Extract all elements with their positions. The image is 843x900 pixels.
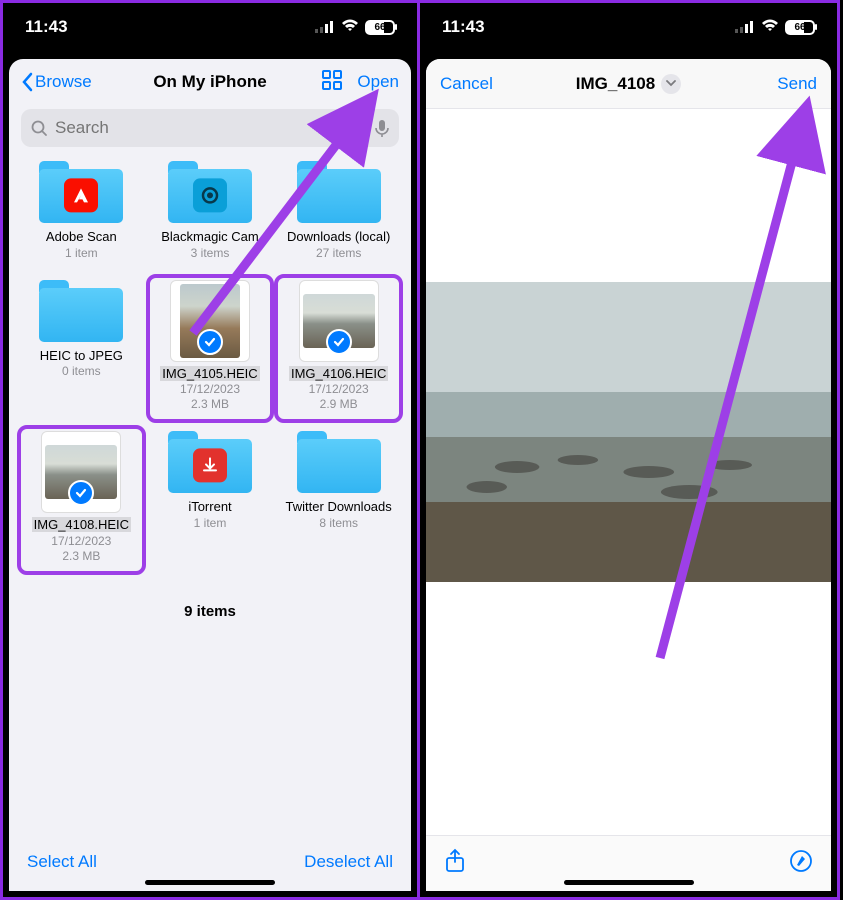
search-bar[interactable] xyxy=(21,109,399,147)
grid-view-icon[interactable] xyxy=(321,69,343,96)
chevron-left-icon xyxy=(21,72,33,92)
preview-image xyxy=(426,282,831,582)
microphone-icon[interactable] xyxy=(375,119,389,138)
file-img-4105[interactable]: IMG_4105.HEIC 17/12/2023 2.3 MB xyxy=(148,276,273,422)
cellular-icon xyxy=(315,21,335,33)
item-count: 9 items xyxy=(9,573,411,620)
thumbnail xyxy=(41,431,121,513)
phone-right: 11:43 66 Cancel IMG_4108 Send xyxy=(420,0,840,900)
folder-twitter-downloads[interactable]: Twitter Downloads 8 items xyxy=(276,427,401,573)
folder-heic-jpeg[interactable]: HEIC to JPEG 0 items xyxy=(19,276,144,422)
status-time: 11:43 xyxy=(25,17,68,37)
home-indicator[interactable] xyxy=(145,880,275,885)
cancel-button[interactable]: Cancel xyxy=(440,74,493,94)
markup-icon[interactable] xyxy=(789,849,813,878)
battery-icon: 66 xyxy=(365,20,395,35)
thumbnail xyxy=(170,280,250,362)
nav-bar: Browse On My iPhone Open xyxy=(9,59,411,105)
folder-downloads[interactable]: Downloads (local) 27 items xyxy=(276,157,401,270)
home-indicator[interactable] xyxy=(564,880,694,885)
status-bar: 11:43 66 xyxy=(420,3,837,51)
battery-icon: 66 xyxy=(785,20,815,35)
file-grid: Adobe Scan 1 item Blackmagic Cam 3 items… xyxy=(9,157,411,573)
search-input[interactable] xyxy=(55,118,368,138)
search-icon xyxy=(31,120,48,137)
wifi-icon xyxy=(761,17,779,37)
title-dropdown[interactable] xyxy=(661,74,681,94)
checkmark-icon xyxy=(68,480,94,506)
image-preview[interactable] xyxy=(426,109,831,835)
back-button[interactable]: Browse xyxy=(21,72,92,92)
nav-bar: Cancel IMG_4108 Send xyxy=(426,59,831,109)
thumbnail xyxy=(299,280,379,362)
send-button[interactable]: Send xyxy=(777,74,817,94)
status-time: 11:43 xyxy=(442,17,485,37)
phone-left: 11:43 66 Browse On My iPhone Open xyxy=(0,0,420,900)
files-picker: Browse On My iPhone Open Adobe Scan 1 it… xyxy=(9,59,411,891)
status-bar: 11:43 66 xyxy=(3,3,417,51)
open-button[interactable]: Open xyxy=(357,72,399,92)
camera-icon xyxy=(200,185,220,205)
preview-modal: Cancel IMG_4108 Send xyxy=(426,59,831,891)
checkmark-icon xyxy=(326,329,352,355)
adobe-icon xyxy=(71,185,91,205)
checkmark-icon xyxy=(197,329,223,355)
folder-adobe-scan[interactable]: Adobe Scan 1 item xyxy=(19,157,144,270)
chevron-down-icon xyxy=(666,80,676,87)
select-all-button[interactable]: Select All xyxy=(27,852,97,872)
preview-title: IMG_4108 xyxy=(576,74,655,94)
share-icon[interactable] xyxy=(444,848,466,879)
folder-blackmagic[interactable]: Blackmagic Cam 3 items xyxy=(148,157,273,270)
file-img-4106[interactable]: IMG_4106.HEIC 17/12/2023 2.9 MB xyxy=(276,276,401,422)
cellular-icon xyxy=(735,21,755,33)
wifi-icon xyxy=(341,17,359,37)
file-img-4108[interactable]: IMG_4108.HEIC 17/12/2023 2.3 MB xyxy=(19,427,144,573)
download-icon xyxy=(201,457,219,475)
deselect-all-button[interactable]: Deselect All xyxy=(304,852,393,872)
folder-itorrent[interactable]: iTorrent 1 item xyxy=(148,427,273,573)
